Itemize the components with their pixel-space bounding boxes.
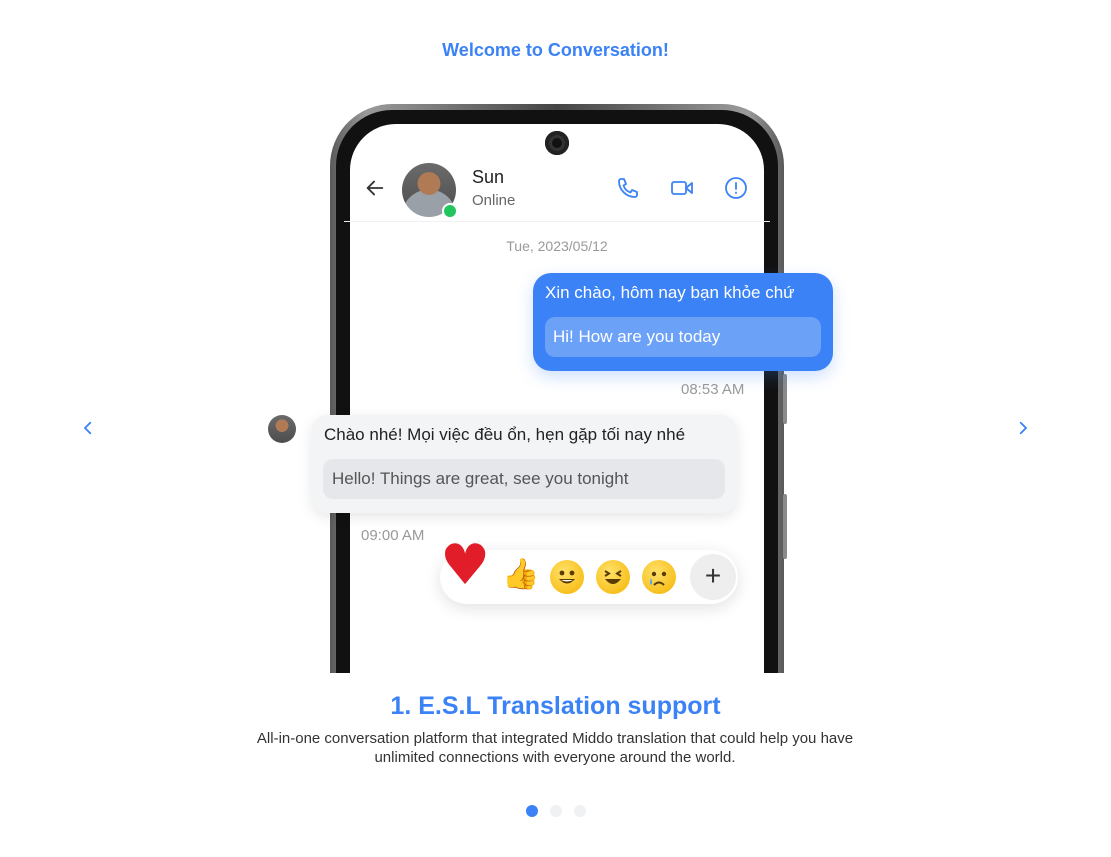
carousel-next-button[interactable] [1007,412,1039,444]
message-timestamp: 09:00 AM [361,527,425,544]
welcome-title: Welcome to Conversation! [442,40,669,60]
online-status-dot [442,203,458,219]
chevron-right-icon [1019,421,1027,435]
phone-side-button [783,494,787,559]
carousel-dot[interactable] [526,805,538,817]
sender-avatar[interactable] [268,415,296,443]
heart-icon[interactable]: ♥ [440,536,490,596]
message-original-text: Xin chào, hôm nay bạn khỏe chứ [545,283,795,302]
carousel-dot[interactable] [574,805,586,817]
add-reaction-button[interactable]: + [690,554,736,600]
date-separator: Tue, 2023/05/12 [506,238,608,254]
chat-header: Sun Online [344,155,770,222]
contact-status: Online [472,192,516,209]
camera-icon [545,131,569,155]
incoming-message[interactable]: Chào nhé! Mọi việc đều ổn, hẹn gặp tối n… [312,415,737,513]
message-translation-text: Hello! Things are great, see you tonight [323,459,725,499]
contact-name: Sun [472,167,505,187]
video-call-icon[interactable] [670,176,694,200]
message-original-text: Chào nhé! Mọi việc đều ổn, hẹn gặp tối n… [324,425,686,444]
chevron-left-icon [84,421,92,435]
slide-description: All-in-one conversation platform that in… [256,730,854,766]
outgoing-message[interactable]: Xin chào, hôm nay bạn khỏe chứ Hi! How a… [533,273,833,371]
crying-face-icon[interactable] [642,560,676,594]
reaction-bar: ♥ 👍 + [440,536,738,604]
back-arrow-icon[interactable] [364,177,386,199]
laughing-face-icon[interactable] [596,560,630,594]
slide-title: 1. E.S.L Translation support [390,692,721,720]
info-icon[interactable] [724,176,748,200]
carousel-dot[interactable] [550,805,562,817]
message-translation-text: Hi! How are you today [545,317,821,357]
phone-side-button [783,374,787,424]
message-timestamp: 08:53 AM [681,381,745,398]
carousel-dots [526,805,586,817]
phone-call-icon[interactable] [616,176,640,200]
carousel-prev-button[interactable] [72,412,104,444]
grinning-face-icon[interactable] [550,560,584,594]
thumbs-up-icon[interactable]: 👍 [502,556,539,594]
